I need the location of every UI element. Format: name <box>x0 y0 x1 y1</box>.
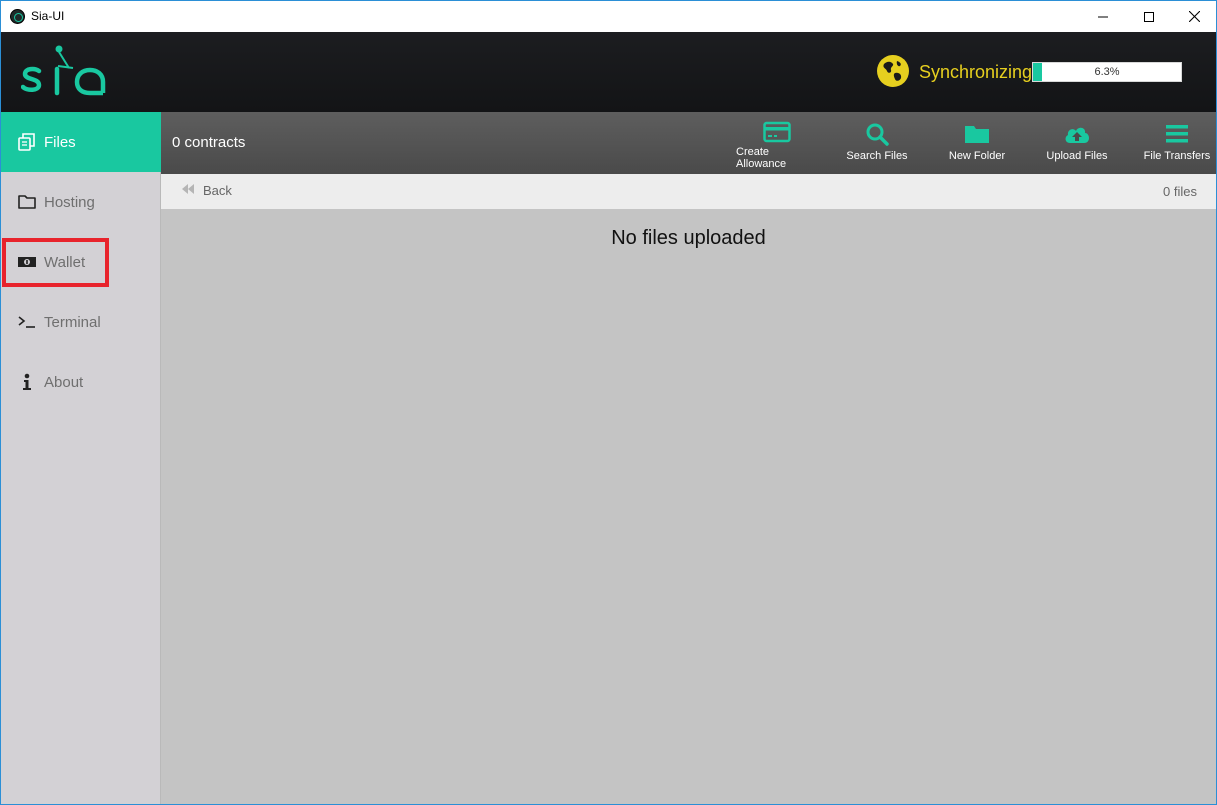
sidebar-item-files[interactable]: Files <box>1 112 161 172</box>
search-files-button[interactable]: Search Files <box>841 120 913 170</box>
new-folder-button[interactable]: New Folder <box>944 120 1010 170</box>
file-list-area: No files uploaded <box>161 209 1216 804</box>
minimize-icon <box>1098 16 1108 17</box>
breadcrumb: Back 0 files <box>161 174 1216 209</box>
toolbar-button-label: File Transfers <box>1143 150 1211 162</box>
maximize-icon <box>1144 11 1154 22</box>
back-button[interactable]: Back <box>181 183 232 198</box>
toolbar-button-label: Search Files <box>846 150 908 162</box>
globe-icon <box>877 55 909 87</box>
close-icon <box>1188 11 1200 22</box>
sia-app-icon <box>10 9 25 24</box>
create-allowance-button[interactable]: Create Allowance <box>736 120 818 170</box>
terminal-icon <box>17 312 37 332</box>
cash-icon <box>17 252 37 272</box>
sidebar-item-wallet[interactable]: Wallet <box>1 232 161 292</box>
app-header: Synchronizing 6.3% <box>1 32 1216 112</box>
sidebar-item-terminal[interactable]: Terminal <box>1 292 161 352</box>
sidebar-item-label: Terminal <box>44 313 101 331</box>
toolbar-button-label: New Folder <box>948 150 1006 162</box>
toolbar-button-label: Create Allowance <box>736 146 787 170</box>
sidebar-item-about[interactable]: About <box>1 352 161 412</box>
file-transfers-button[interactable]: File Transfers <box>1143 120 1211 170</box>
toolbar-button-label: Upload Files <box>1046 150 1108 162</box>
minimize-button[interactable] <box>1080 1 1126 32</box>
maximize-button[interactable] <box>1126 1 1172 32</box>
sidebar-item-label: About <box>44 373 84 391</box>
sync-progress-text: 6.3% <box>1094 66 1120 78</box>
sidebar-item-label: Hosting <box>44 193 95 211</box>
file-count: 0 files <box>1163 184 1197 199</box>
menu-icon <box>1163 120 1191 148</box>
back-label: Back <box>203 183 232 198</box>
window-title: Sia-UI <box>31 9 65 23</box>
sidebar-item-label: Wallet <box>44 253 86 271</box>
app-window: Sia-UI Synchronizing 6.3% Files Hosting … <box>0 0 1217 805</box>
upload-files-button[interactable]: Upload Files <box>1043 120 1111 170</box>
files-icon <box>17 132 37 152</box>
sia-logo <box>21 45 106 96</box>
sync-status-label: Synchronizing <box>919 62 1033 82</box>
sidebar-item-hosting[interactable]: Hosting <box>1 172 161 232</box>
info-icon <box>17 372 37 392</box>
files-toolbar: 0 contracts Create Allowance Search File… <box>161 112 1216 174</box>
sidebar: Files Hosting Wallet Terminal About <box>1 112 161 804</box>
folder-icon <box>963 120 991 148</box>
credit-card-icon <box>763 120 791 144</box>
search-icon <box>863 120 891 148</box>
close-button[interactable] <box>1171 1 1217 32</box>
contracts-count: 0 contracts <box>172 134 246 151</box>
folder-icon <box>17 192 37 212</box>
title-bar: Sia-UI <box>1 1 1216 32</box>
cloud-upload-icon <box>1063 120 1091 148</box>
sidebar-item-label: Files <box>44 133 76 151</box>
sync-progress-bar: 6.3% <box>1032 62 1182 82</box>
double-chevron-left-icon <box>181 183 195 198</box>
empty-state-message: No files uploaded <box>611 227 766 249</box>
